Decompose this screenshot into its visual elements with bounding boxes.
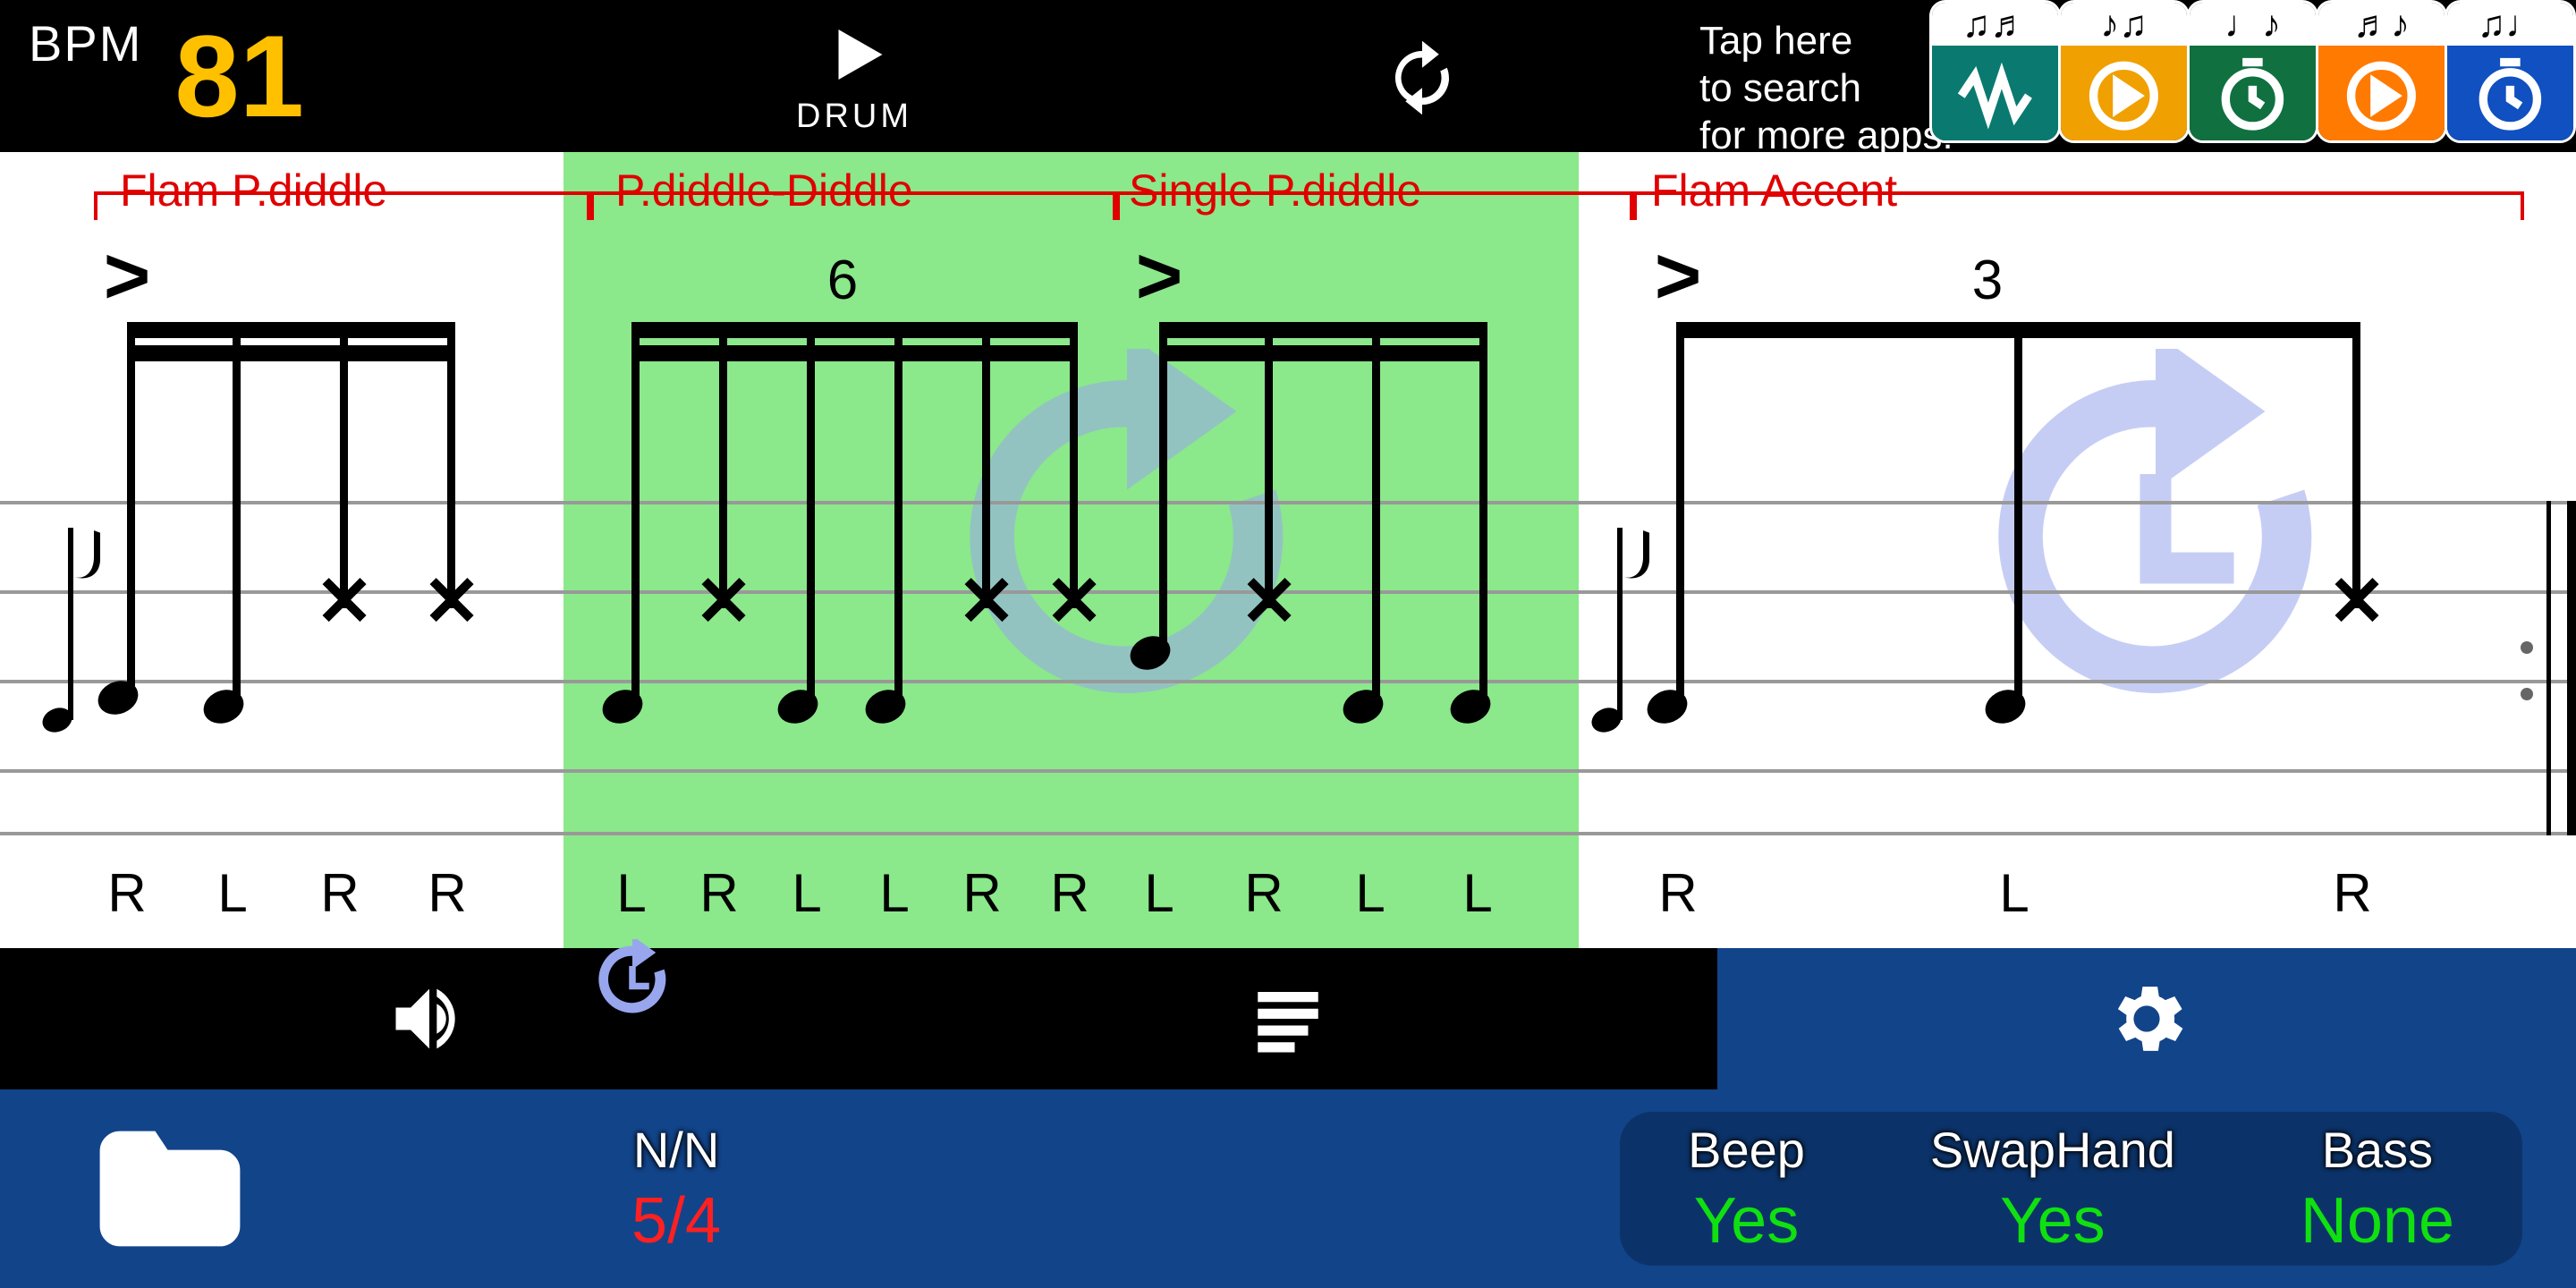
sticking-letter: R — [693, 862, 745, 924]
staff-line — [0, 769, 2576, 773]
accent-mark: > — [104, 231, 151, 323]
tuplet-number: 6 — [827, 249, 858, 312]
sticking-letter: R — [956, 862, 1008, 924]
app-icon[interactable]: ♩♪ — [2187, 0, 2318, 143]
more-apps-line: to search — [1699, 65, 1953, 113]
option-label: N/N — [633, 1121, 719, 1179]
tab-bar — [0, 948, 2576, 1089]
bpm-block[interactable]: BPM 81 — [0, 18, 304, 134]
option-time-signature[interactable]: N/N 5/4 — [590, 1112, 762, 1266]
option-beep[interactable]: Beep Yes — [1652, 1112, 1841, 1266]
staff-line — [0, 680, 2576, 683]
option-swaphand[interactable]: SwapHand Yes — [1894, 1112, 2211, 1266]
tab-settings[interactable] — [1717, 948, 2576, 1089]
settings-bar: N/N 5/4 Beep Yes SwapHand Yes Bass None — [0, 1089, 2576, 1288]
option-label: Beep — [1688, 1121, 1805, 1179]
sticking-letter: L — [869, 862, 920, 924]
play-label: DRUM — [796, 97, 912, 136]
sticking-letter: L — [1452, 862, 1504, 924]
option-value: None — [2301, 1184, 2454, 1258]
sticking-letter: R — [314, 862, 366, 924]
sticking-letter: L — [1988, 862, 2040, 924]
app-icon[interactable]: ♫♬ — [1929, 0, 2061, 143]
option-value: 5/4 — [631, 1184, 721, 1258]
end-barline — [2540, 501, 2576, 835]
small-loop-icon[interactable] — [592, 939, 673, 1020]
options-capsule: Beep Yes SwapHand Yes Bass None — [1620, 1112, 2522, 1266]
segment-label: Flam P.diddle — [120, 165, 387, 216]
loop-icon — [1382, 38, 1462, 118]
sticking-letter: L — [207, 862, 258, 924]
tab-sound[interactable] — [0, 948, 859, 1089]
top-bar: BPM 81 DRUM Tap here to search for more … — [0, 0, 2576, 152]
sticking-letter: R — [421, 862, 473, 924]
sticking-letter: R — [1652, 862, 1704, 924]
folder-icon — [94, 1126, 246, 1251]
play-icon — [817, 17, 892, 92]
app-icon[interactable]: ♫♩ — [2445, 0, 2576, 143]
sticking-letter: R — [1044, 862, 1096, 924]
app-icon[interactable]: ♬♪ — [2316, 0, 2447, 143]
sticking-letter: R — [2326, 862, 2378, 924]
more-apps-line: Tap here — [1699, 18, 1953, 65]
more-apps-prompt[interactable]: Tap here to search for more apps! — [1699, 18, 1953, 159]
play-button[interactable]: DRUM — [796, 17, 912, 136]
sticking-letter: L — [1344, 862, 1396, 924]
tuplet-number: 3 — [1972, 249, 2003, 312]
sticking-letter: L — [781, 862, 833, 924]
staff-line — [0, 501, 2576, 504]
sheet-area[interactable]: Flam P.diddle P.diddle-Diddle Single P.did… — [0, 152, 2576, 948]
bg-loop-icon — [939, 349, 1315, 724]
app-icons-tray: ♫♬♪♫♩♪♬♪♫♩ — [1932, 0, 2576, 143]
segment-label: Flam Accent — [1651, 165, 1897, 216]
option-label: Bass — [2322, 1121, 2434, 1179]
bg-clock-loop-icon — [1968, 349, 2343, 724]
tab-list[interactable] — [859, 948, 1717, 1089]
segment-label: Single P.diddle — [1129, 165, 1421, 216]
sticking-letter: L — [606, 862, 657, 924]
bpm-value: 81 — [174, 18, 304, 134]
accent-mark: > — [1655, 231, 1702, 323]
segment-label: P.diddle-Diddle — [615, 165, 913, 216]
app-icon[interactable]: ♪♫ — [2058, 0, 2190, 143]
option-value: Yes — [1694, 1184, 1799, 1258]
loop-button[interactable] — [1382, 38, 1462, 123]
option-label: SwapHand — [1930, 1121, 2175, 1179]
gear-icon — [2102, 974, 2191, 1063]
speaker-icon — [385, 974, 474, 1063]
list-icon — [1248, 979, 1328, 1059]
staff-line — [0, 832, 2576, 835]
folder-button[interactable] — [54, 1126, 286, 1251]
sticking-letter: R — [1238, 862, 1290, 924]
sticking-letter: R — [101, 862, 153, 924]
bpm-label: BPM — [29, 14, 142, 72]
sticking-letter: L — [1133, 862, 1185, 924]
accent-mark: > — [1136, 231, 1183, 323]
option-value: Yes — [2000, 1184, 2105, 1258]
option-bass[interactable]: Bass None — [2265, 1112, 2490, 1266]
